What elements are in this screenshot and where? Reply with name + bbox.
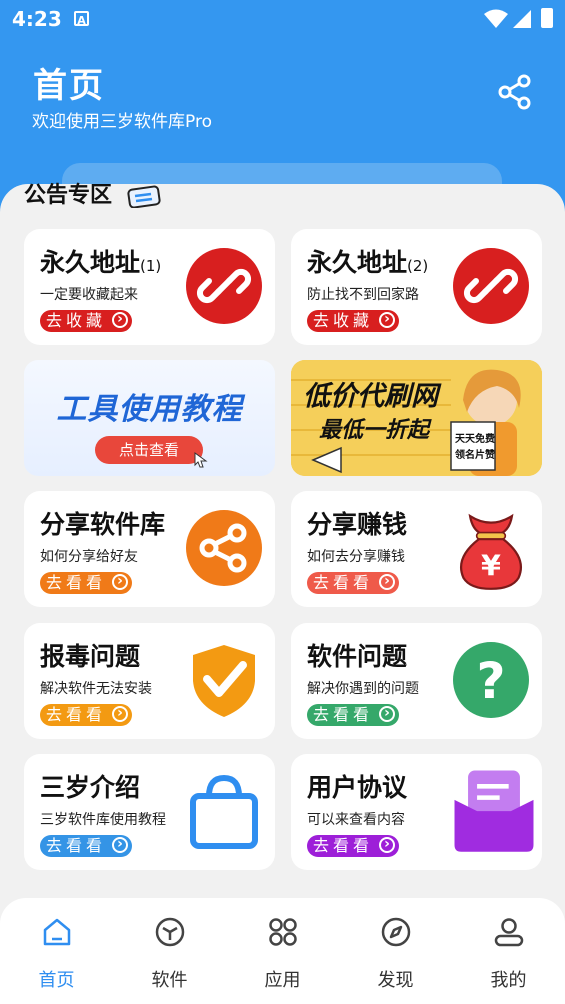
- card-permanent-address-1[interactable]: 永久地址(1) 一定要收藏起来 去收藏: [24, 229, 275, 345]
- banner-title: 工具使用教程: [56, 392, 243, 427]
- cellular-icon: [513, 10, 531, 28]
- card-share-library[interactable]: 分享软件库 如何分享给好友 去看看: [24, 491, 275, 607]
- view-button[interactable]: 去看看: [307, 704, 400, 726]
- bookmark-button[interactable]: 去收藏: [307, 310, 400, 332]
- card-title: 永久地址(2): [307, 248, 429, 277]
- card-user-agreement[interactable]: 用户协议 可以来查看内容 去看看: [291, 754, 542, 870]
- link-icon: [186, 248, 262, 324]
- notice-label[interactable]: 公告专区: [24, 177, 112, 209]
- card-subtitle: 解决你遇到的问题: [307, 681, 419, 697]
- card-subtitle: 可以来查看内容: [307, 812, 405, 828]
- grid-icon: [269, 918, 297, 946]
- card-subtitle: 三岁软件库使用教程: [40, 812, 166, 828]
- status-bar: 4:23 A: [0, 0, 565, 38]
- shield-check-icon: [193, 645, 255, 717]
- view-button[interactable]: 去看看: [40, 835, 133, 857]
- compass-icon: [381, 917, 411, 947]
- wifi-icon: [484, 9, 508, 28]
- card-subtitle: 防止找不到回家路: [307, 287, 419, 303]
- card-software-issue[interactable]: 软件问题 解决你遇到的问题 去看看 ?: [291, 623, 542, 739]
- nav-label: 首页: [38, 970, 75, 991]
- cursor-icon: [194, 452, 208, 468]
- card-title: 分享软件库: [40, 510, 166, 539]
- card-title: 软件问题: [307, 642, 408, 671]
- view-button[interactable]: 去看看: [40, 704, 133, 726]
- link-icon: [453, 248, 529, 324]
- battery-icon: [541, 8, 553, 28]
- nav-mine[interactable]: 我的: [452, 898, 565, 1004]
- svg-text:?: ?: [476, 652, 505, 710]
- svg-text:¥: ¥: [481, 549, 501, 583]
- page-title: 首页: [33, 66, 105, 106]
- notice-card-icon: [127, 185, 161, 208]
- card-permanent-address-2[interactable]: 永久地址(2) 防止找不到回家路 去收藏: [291, 229, 542, 345]
- card-title: 三岁介绍: [40, 773, 141, 802]
- user-icon: [494, 918, 524, 947]
- card-subtitle: 如何去分享赚钱: [307, 549, 405, 565]
- money-bag-icon: ¥: [459, 513, 523, 590]
- promo-banner[interactable]: 低价代刷网 最低一折起 天天免费 领名片赞: [291, 360, 542, 476]
- bookmark-button[interactable]: 去收藏: [40, 310, 133, 332]
- nav-label: 应用: [264, 970, 301, 991]
- view-button[interactable]: 去看看: [307, 572, 400, 594]
- nav-software[interactable]: 软件: [113, 898, 226, 1004]
- document-box-icon: [454, 770, 534, 852]
- card-subtitle: 解决软件无法安装: [40, 681, 152, 697]
- card-title: 分享赚钱: [307, 510, 408, 539]
- card-title: 报毒问题: [40, 642, 141, 671]
- card-subtitle: 一定要收藏起来: [40, 287, 138, 303]
- card-virus-issue[interactable]: 报毒问题 解决软件无法安装 去看看: [24, 623, 275, 739]
- card-sansui-intro[interactable]: 三岁介绍 三岁软件库使用教程 去看看: [24, 754, 275, 870]
- card-subtitle: 如何分享给好友: [40, 549, 138, 565]
- nav-home[interactable]: 首页: [0, 898, 113, 1004]
- share-circle-icon: [186, 510, 262, 586]
- card-share-earn[interactable]: 分享赚钱 如何去分享赚钱 去看看 ¥: [291, 491, 542, 607]
- promo-tag1: 天天免费: [455, 434, 495, 445]
- bottom-nav: 首页 软件 应用 发现 我的: [0, 898, 565, 1004]
- status-time: 4:23: [12, 7, 62, 31]
- home-icon: [43, 918, 71, 946]
- promo-line2: 最低一折起: [319, 418, 430, 443]
- nav-apps[interactable]: 应用: [226, 898, 339, 1004]
- tutorial-banner[interactable]: 工具使用教程 点击查看: [24, 360, 275, 476]
- view-button[interactable]: 去看看: [40, 572, 133, 594]
- nav-label: 软件: [151, 970, 188, 991]
- a-notification-icon: A: [74, 11, 89, 27]
- share-icon[interactable]: [497, 74, 533, 110]
- question-icon: ?: [453, 642, 529, 718]
- view-button[interactable]: 去看看: [307, 835, 400, 857]
- nav-label: 我的: [490, 970, 527, 991]
- view-button[interactable]: 点击查看: [95, 436, 203, 464]
- nav-discover[interactable]: 发现: [339, 898, 452, 1004]
- page-subtitle: 欢迎使用三岁软件库Pro: [32, 112, 212, 132]
- shopping-bag-icon: [190, 774, 258, 849]
- promo-tag2: 领名片赞: [455, 450, 495, 461]
- nav-label: 发现: [377, 970, 414, 991]
- card-title: 用户协议: [307, 773, 408, 802]
- cube-icon: [155, 917, 185, 947]
- promo-line1: 低价代刷网: [303, 381, 438, 412]
- card-title: 永久地址(1): [40, 248, 162, 277]
